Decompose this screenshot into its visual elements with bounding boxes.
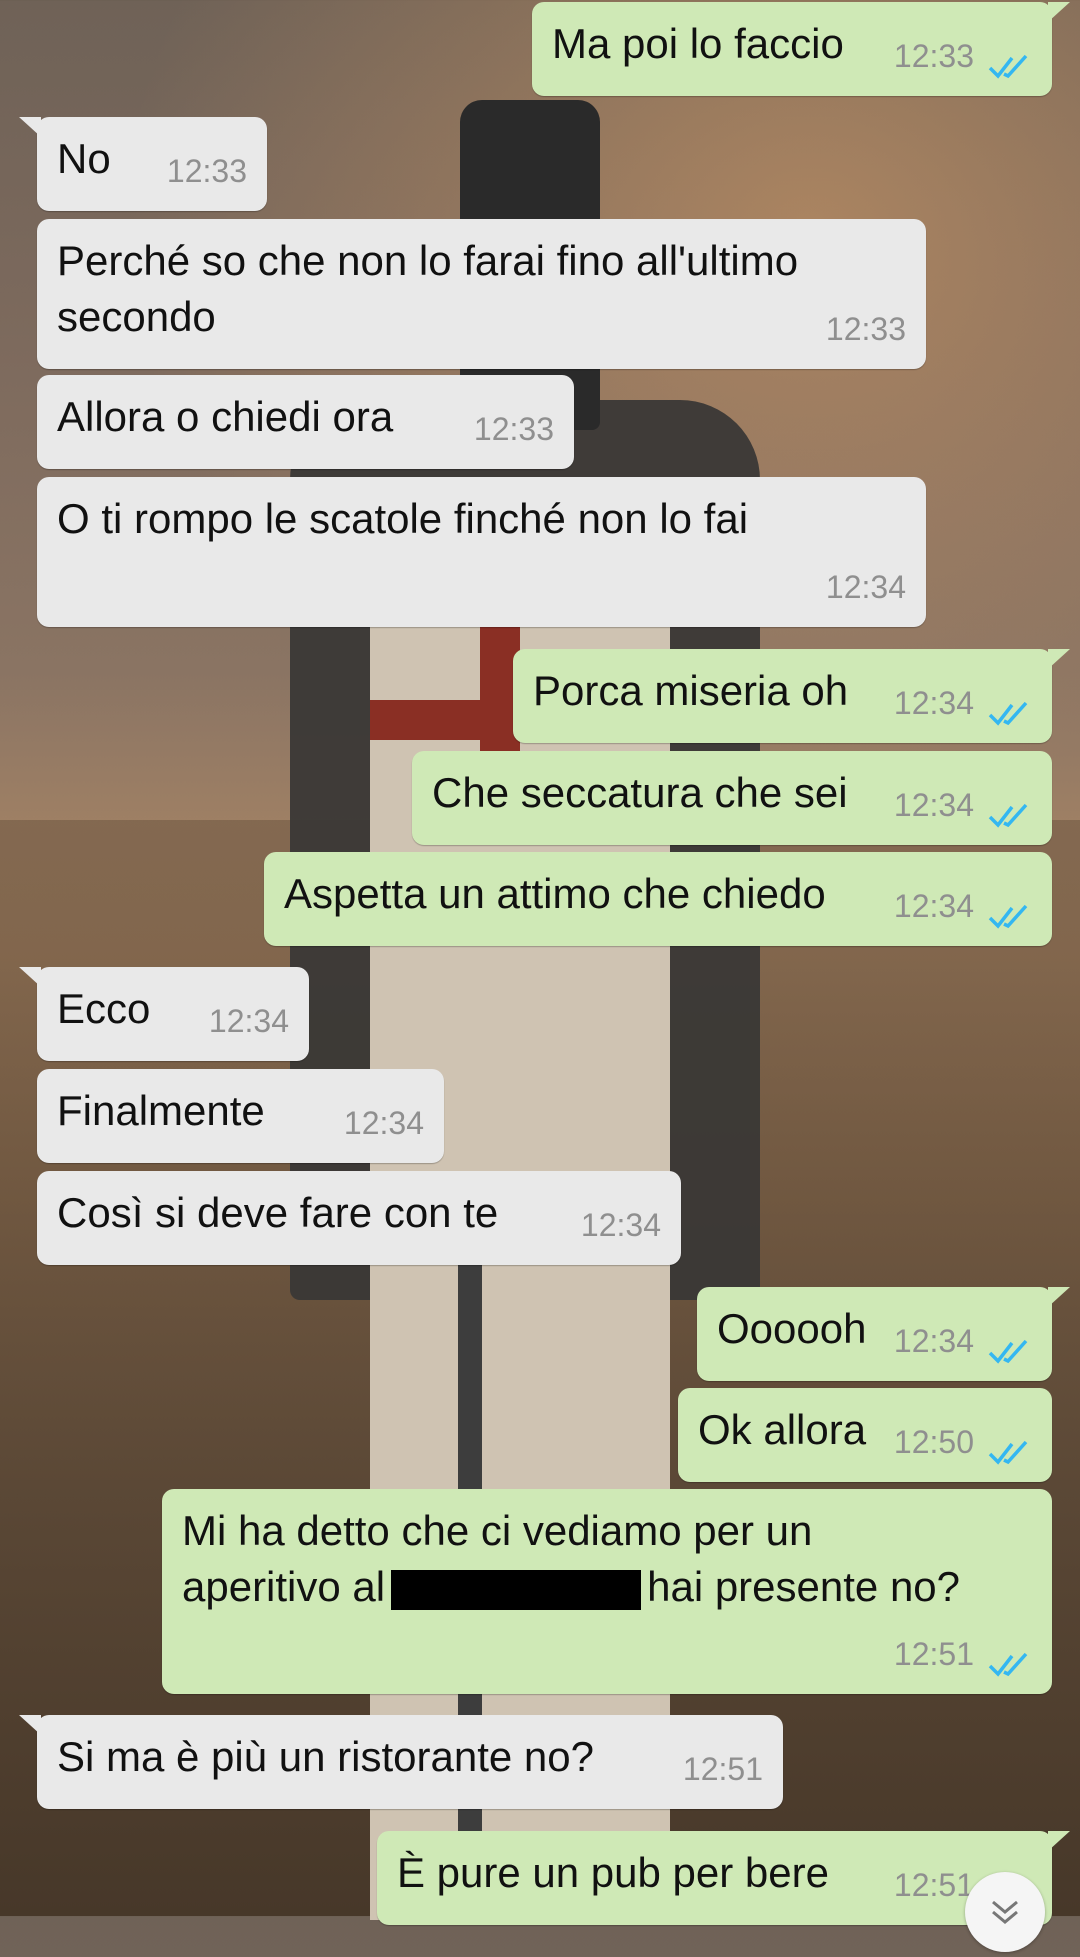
message-time: 12:51 <box>893 1867 974 1903</box>
message-text-line: secondo <box>57 293 216 340</box>
double-check-icon <box>988 1440 1028 1465</box>
message-bubble-incoming[interactable]: Si ma è più un ristorante no? 12:51 <box>19 1715 783 1809</box>
message-text-line: Mi ha detto che ci vediamo per un <box>182 1507 813 1554</box>
message-time: 12:34 <box>893 787 974 823</box>
message-text: Oooooh <box>717 1305 867 1352</box>
message-time: 12:50 <box>893 1424 974 1460</box>
message-text: È pure un pub per bere <box>397 1849 829 1896</box>
message-time: 12:51 <box>893 1636 974 1672</box>
message-bubble-outgoing[interactable]: Aspetta un attimo che chiedo 12:34 <box>264 852 1052 946</box>
message-time: 12:34 <box>893 888 974 924</box>
message-time: 12:34 <box>208 1003 289 1039</box>
message-text: No <box>57 135 111 182</box>
message-time: 12:33 <box>825 311 906 347</box>
message-text: Ma poi lo faccio <box>552 20 844 67</box>
message-time: 12:33 <box>473 411 554 447</box>
message-bubble-outgoing[interactable]: Mi ha detto che ci vediamo per un aperit… <box>162 1489 1052 1694</box>
message-text: O ti rompo le scatole finché non lo fai <box>57 495 749 542</box>
message-text-part: aperitivo al <box>182 1563 386 1610</box>
message-text: Che seccatura che sei <box>432 769 848 816</box>
message-bubble-incoming[interactable]: No 12:33 <box>19 117 267 211</box>
message-time: 12:34 <box>893 1323 974 1359</box>
message-bubble-outgoing[interactable]: È pure un pub per bere 12:51 <box>377 1831 1070 1925</box>
double-check-icon <box>988 1652 1028 1677</box>
message-text: Si ma è più un ristorante no? <box>57 1733 594 1780</box>
message-bubble-outgoing[interactable]: Oooooh 12:34 <box>697 1287 1070 1381</box>
chevron-down-icon <box>992 1900 1018 1924</box>
message-bubble-incoming[interactable]: Finalmente 12:34 <box>37 1069 444 1163</box>
message-bubble-incoming[interactable]: O ti rompo le scatole finché non lo fai … <box>37 477 926 627</box>
message-bubble-incoming[interactable]: Allora o chiedi ora 12:33 <box>37 375 574 469</box>
double-check-icon <box>988 701 1028 726</box>
message-text-part: hai presente no? <box>647 1563 961 1610</box>
message-bubble-incoming[interactable]: Così si deve fare con te 12:34 <box>37 1171 681 1265</box>
message-bubble-outgoing[interactable]: Ok allora 12:50 <box>678 1388 1052 1482</box>
double-check-icon <box>988 1339 1028 1364</box>
message-bubble-incoming[interactable]: Perché so che non lo farai fino all'ulti… <box>37 219 926 369</box>
double-check-icon <box>988 803 1028 828</box>
message-text: Aspetta un attimo che chiedo <box>284 870 826 917</box>
message-text: Allora o chiedi ora <box>57 393 394 440</box>
double-check-icon <box>988 54 1028 79</box>
message-bubble-outgoing[interactable]: Ma poi lo faccio 12:33 <box>532 2 1070 96</box>
message-bubble-outgoing[interactable]: Porca miseria oh 12:34 <box>513 649 1070 743</box>
message-time: 12:51 <box>682 1751 763 1787</box>
redaction-bar <box>391 1569 642 1610</box>
double-check-icon <box>988 904 1028 929</box>
message-text: Ok allora <box>698 1406 867 1453</box>
message-time: 12:34 <box>893 685 974 721</box>
message-time: 12:33 <box>166 153 247 189</box>
message-time: 12:34 <box>580 1207 661 1243</box>
message-text: Ecco <box>57 985 151 1032</box>
message-text: Porca miseria oh <box>533 667 849 714</box>
message-text: Così si deve fare con te <box>57 1189 499 1236</box>
message-time: 12:34 <box>825 569 906 605</box>
message-text: Finalmente <box>57 1087 265 1134</box>
scroll-to-bottom-button[interactable] <box>965 1872 1045 1952</box>
message-time: 12:33 <box>893 38 974 74</box>
message-time: 12:34 <box>343 1105 424 1141</box>
message-bubble-outgoing[interactable]: Che seccatura che sei 12:34 <box>412 751 1052 845</box>
message-text-line: aperitivo al hai presente no? <box>182 1559 1032 1615</box>
message-bubble-incoming[interactable]: Ecco 12:34 <box>19 967 309 1061</box>
message-list[interactable]: Ma poi lo faccio 12:33 No 12:33 Perché s… <box>0 0 1080 1952</box>
message-text-line: Perché so che non lo farai fino all'ulti… <box>57 237 799 284</box>
